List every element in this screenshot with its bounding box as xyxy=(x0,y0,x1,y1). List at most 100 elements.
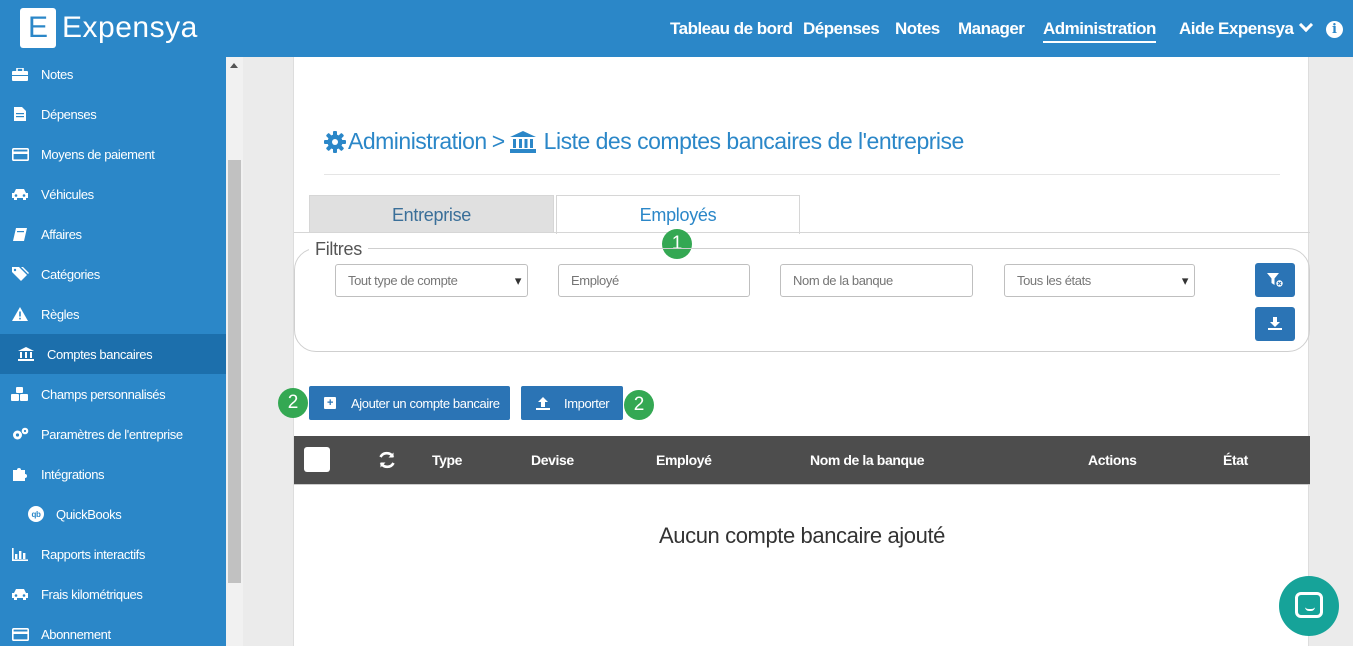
nav-expenses[interactable]: Dépenses xyxy=(803,19,880,39)
sidebar-item-label: Comptes bancaires xyxy=(47,346,153,362)
annotation-badge-2a: 2 xyxy=(278,388,308,418)
gear-icon xyxy=(324,130,346,153)
sidebar-item-label: Paramètres de l'entreprise xyxy=(41,426,183,442)
puzzle-icon xyxy=(11,467,29,481)
title-divider xyxy=(324,174,1280,175)
sidebar-item-frais-kilometriques[interactable]: Frais kilométriques xyxy=(0,574,226,614)
filters-panel: Filtres Tout type de compte Tous les éta… xyxy=(294,239,1310,352)
annotation-badge-2b: 2 xyxy=(624,390,654,420)
tab-entreprise[interactable]: Entreprise xyxy=(309,195,554,233)
filter-clear-icon xyxy=(1267,273,1283,287)
nav-help[interactable]: Aide Expensya xyxy=(1179,17,1314,39)
book-icon xyxy=(11,227,29,241)
logo-mark: E xyxy=(20,8,56,48)
clear-filter-button[interactable] xyxy=(1255,263,1295,297)
employee-input[interactable] xyxy=(558,264,750,297)
bar-chart-icon xyxy=(11,547,29,561)
scroll-up-arrow-icon[interactable] xyxy=(230,63,238,68)
sidebar-item-depenses[interactable]: Dépenses xyxy=(0,94,226,134)
sidebar: Notes Dépenses Moyens de paiement Véhicu… xyxy=(0,57,226,646)
scroll-thumb[interactable] xyxy=(228,160,241,583)
breadcrumb-root[interactable]: Administration xyxy=(348,128,487,155)
sidebar-item-rapports-interactifs[interactable]: Rapports interactifs xyxy=(0,534,226,574)
chevron-down-icon xyxy=(1299,17,1314,33)
cubes-icon xyxy=(11,387,29,401)
bank-icon xyxy=(509,130,536,153)
select-all-checkbox[interactable] xyxy=(304,447,330,472)
sidebar-item-comptes-bancaires[interactable]: Comptes bancaires xyxy=(0,334,226,374)
state-select[interactable]: Tous les états xyxy=(1004,264,1195,297)
logo-text: Expensya xyxy=(62,11,198,44)
column-employe[interactable]: Employé xyxy=(656,452,712,468)
sidebar-item-champs-personnalises[interactable]: Champs personnalisés xyxy=(0,374,226,414)
main-panel: Administration > Liste des comptes banca… xyxy=(278,57,1310,646)
sidebar-item-label: Rapports interactifs xyxy=(41,546,145,562)
nav-notes[interactable]: Notes xyxy=(895,19,940,39)
sidebar-item-label: Véhicules xyxy=(41,186,94,202)
column-devise[interactable]: Devise xyxy=(531,452,574,468)
bank-icon xyxy=(17,347,35,361)
sidebar-item-label: Moyens de paiement xyxy=(41,146,155,162)
car-icon xyxy=(11,587,29,601)
sidebar-scrollbar[interactable] xyxy=(226,57,243,646)
nav-help-label: Aide Expensya xyxy=(1179,19,1294,38)
credit-card-icon xyxy=(11,147,29,161)
sidebar-item-label: Abonnement xyxy=(41,626,111,642)
app-logo[interactable]: E Expensya xyxy=(20,8,198,48)
column-type[interactable]: Type xyxy=(432,452,462,468)
sidebar-item-label: Frais kilométriques xyxy=(41,586,143,602)
nav-manager[interactable]: Manager xyxy=(958,19,1025,39)
receipt-icon xyxy=(11,107,29,121)
cogs-icon xyxy=(11,427,29,441)
sidebar-item-label: Règles xyxy=(41,306,80,322)
car-icon xyxy=(11,187,29,201)
state-selected: Tous les états xyxy=(1017,273,1091,288)
sidebar-item-quickbooks[interactable]: qb QuickBooks xyxy=(0,494,226,534)
upload-icon xyxy=(536,396,550,410)
plus-square-icon: + xyxy=(324,397,336,409)
column-etat[interactable]: État xyxy=(1223,452,1248,468)
add-bank-account-button[interactable]: + Ajouter un compte bancaire xyxy=(309,386,510,420)
tab-divider xyxy=(294,232,1310,233)
sidebar-item-regles[interactable]: Règles xyxy=(0,294,226,334)
sidebar-item-integrations[interactable]: Intégrations xyxy=(0,454,226,494)
sidebar-item-vehicules[interactable]: Véhicules xyxy=(0,174,226,214)
tags-icon xyxy=(11,267,29,281)
sidebar-item-label: Affaires xyxy=(41,226,82,242)
page-title: Liste des comptes bancaires de l'entrepr… xyxy=(543,128,965,154)
sidebar-item-parametres-entreprise[interactable]: Paramètres de l'entreprise xyxy=(0,414,226,454)
credit-card-icon xyxy=(11,627,29,641)
account-type-selected: Tout type de compte xyxy=(348,273,458,288)
sidebar-item-affaires[interactable]: Affaires xyxy=(0,214,226,254)
sidebar-item-abonnement[interactable]: Abonnement xyxy=(0,614,226,646)
nav-administration[interactable]: Administration xyxy=(1043,19,1156,43)
chat-icon xyxy=(1295,592,1323,618)
sidebar-item-label: Notes xyxy=(41,66,73,82)
briefcase-icon xyxy=(11,67,29,81)
column-nom-banque[interactable]: Nom de la banque xyxy=(810,452,925,468)
quickbooks-icon: qb xyxy=(28,506,44,522)
info-icon[interactable]: i xyxy=(1326,21,1343,38)
breadcrumb: Administration > Liste des comptes banca… xyxy=(324,128,964,155)
sidebar-item-moyens-paiement[interactable]: Moyens de paiement xyxy=(0,134,226,174)
sidebar-item-label: Champs personnalisés xyxy=(41,386,166,402)
account-type-select[interactable]: Tout type de compte xyxy=(335,264,528,297)
filters-legend: Filtres xyxy=(309,239,368,260)
import-button[interactable]: Importer xyxy=(521,386,623,420)
top-bar: E Expensya Tableau de bord Dépenses Note… xyxy=(0,0,1353,57)
sidebar-item-label: QuickBooks xyxy=(56,506,122,522)
table-divider xyxy=(294,484,1310,485)
sidebar-item-categories[interactable]: Catégories xyxy=(0,254,226,294)
refresh-icon[interactable] xyxy=(378,451,396,474)
nav-dashboard[interactable]: Tableau de bord xyxy=(670,19,793,39)
sidebar-item-label: Dépenses xyxy=(41,106,97,122)
bank-name-input[interactable] xyxy=(780,264,973,297)
chat-smile-icon xyxy=(1305,607,1315,611)
add-bank-account-label: Ajouter un compte bancaire xyxy=(351,395,500,411)
sidebar-item-notes[interactable]: Notes xyxy=(0,54,226,94)
sidebar-item-label: Intégrations xyxy=(41,466,105,482)
breadcrumb-separator: > xyxy=(491,128,505,154)
download-button[interactable] xyxy=(1255,307,1295,341)
chat-launcher-button[interactable] xyxy=(1279,576,1339,636)
download-icon xyxy=(1268,317,1282,330)
